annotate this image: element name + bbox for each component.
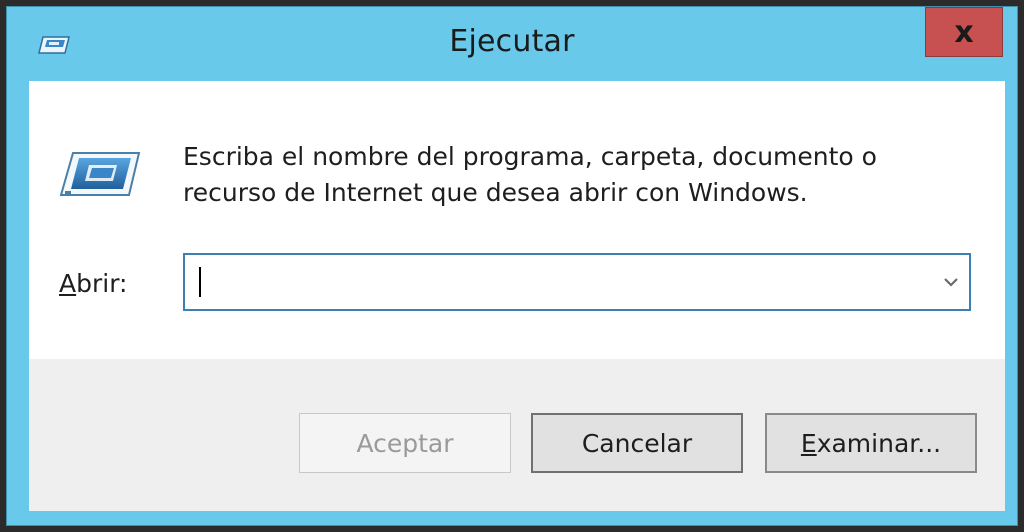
instructions-line-1: Escriba el nombre del programa, carpeta,… <box>183 142 877 171</box>
close-icon: x <box>954 14 974 50</box>
browse-button-mnemonic: E <box>800 428 817 458</box>
run-program-icon <box>59 151 141 197</box>
open-label-mnemonic: A <box>59 269 77 298</box>
cancel-button[interactable]: Cancelar <box>531 413 743 473</box>
instructions-line-2: recurso de Internet que desea abrir con … <box>183 178 808 207</box>
close-button[interactable]: x <box>925 7 1003 57</box>
browse-button-label: xaminar... <box>816 428 942 458</box>
open-label-text: brir: <box>76 269 128 298</box>
button-bar: Aceptar Cancelar Examinar... <box>29 359 1005 511</box>
accept-button[interactable]: Aceptar <box>299 413 511 473</box>
instructions-text: Escriba el nombre del programa, carpeta,… <box>183 139 963 211</box>
accept-button-label: Aceptar <box>356 428 454 458</box>
text-caret <box>199 267 201 297</box>
chevron-down-icon[interactable] <box>939 269 963 295</box>
window-title: Ejecutar <box>449 24 575 59</box>
open-combobox[interactable] <box>183 253 971 311</box>
run-dialog-window: Ejecutar x Escriba el nombre del program… <box>6 6 1018 526</box>
title-bar[interactable]: Ejecutar x <box>7 7 1017 77</box>
cancel-button-label: Cancelar <box>581 428 693 458</box>
open-label: Abrir: <box>59 269 127 298</box>
browse-button[interactable]: Examinar... <box>765 413 977 473</box>
open-input[interactable] <box>195 261 919 305</box>
dialog-content: Escriba el nombre del programa, carpeta,… <box>29 81 1005 359</box>
